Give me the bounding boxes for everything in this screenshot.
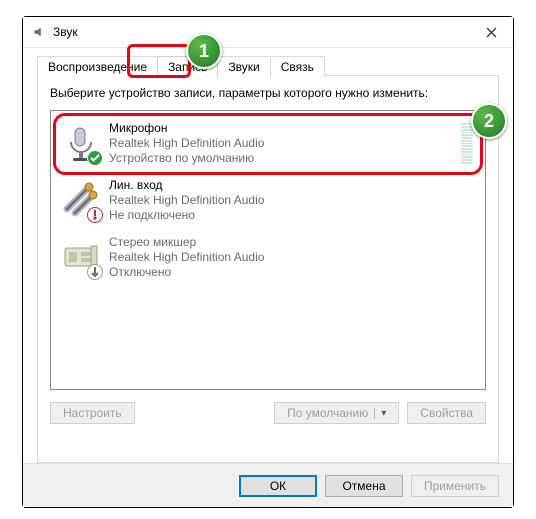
sound-dialog: Звук Воспроизведение Запись Звуки Связь …	[22, 16, 514, 508]
line-in-icon	[61, 181, 101, 221]
device-status: Не подключено	[109, 208, 473, 223]
instruction-text: Выберите устройство записи, параметры ко…	[50, 86, 486, 100]
chevron-down-icon: ▾	[374, 408, 386, 419]
device-status: Устройство по умолчанию	[109, 151, 455, 166]
dialog-footer: ОК Отмена Применить	[23, 463, 513, 507]
device-name: Лин. вход	[109, 178, 473, 193]
device-microphone[interactable]: Микрофон Realtek High Definition Audio У…	[55, 115, 481, 172]
tab-button-row: Настроить По умолчанию ▾ Свойства	[50, 402, 486, 424]
close-icon	[486, 27, 497, 38]
tab-sounds[interactable]: Звуки	[217, 56, 270, 77]
titlebar: Звук	[23, 17, 513, 48]
apply-button[interactable]: Применить	[411, 475, 499, 497]
sound-icon	[31, 24, 47, 40]
tab-playback[interactable]: Воспроизведение	[37, 56, 158, 77]
microphone-icon	[61, 124, 101, 164]
set-default-label: По умолчанию	[287, 406, 368, 420]
device-name: Стерео микшер	[109, 235, 473, 250]
tab-strip: Воспроизведение Запись Звуки Связь	[37, 54, 499, 76]
tab-content: Выберите устройство записи, параметры ко…	[37, 75, 499, 463]
device-stereo-mix[interactable]: Стерео микшер Realtek High Definition Au…	[55, 229, 481, 286]
set-default-button[interactable]: По умолчанию ▾	[274, 402, 399, 424]
tab-recording[interactable]: Запись	[157, 56, 218, 77]
unplugged-icon	[87, 207, 103, 223]
device-desc: Realtek High Definition Audio	[109, 193, 473, 208]
device-line-in[interactable]: Лин. вход Realtek High Definition Audio …	[55, 172, 481, 229]
close-button[interactable]	[469, 17, 513, 47]
device-list[interactable]: Микрофон Realtek High Definition Audio У…	[50, 110, 486, 390]
device-status: Отключено	[109, 265, 473, 280]
device-desc: Realtek High Definition Audio	[109, 136, 455, 151]
window-title: Звук	[53, 25, 469, 39]
stereo-mix-icon	[61, 238, 101, 278]
device-name: Микрофон	[109, 121, 455, 136]
device-text: Стерео микшер Realtek High Definition Au…	[109, 235, 473, 280]
disabled-arrow-icon	[87, 264, 103, 280]
cancel-button[interactable]: Отмена	[325, 475, 403, 497]
ok-button[interactable]: ОК	[239, 475, 317, 497]
dialog-body: Воспроизведение Запись Звуки Связь Выбер…	[23, 48, 513, 464]
device-text: Микрофон Realtek High Definition Audio У…	[109, 121, 455, 166]
device-text: Лин. вход Realtek High Definition Audio …	[109, 178, 473, 223]
configure-button[interactable]: Настроить	[50, 402, 135, 424]
device-desc: Realtek High Definition Audio	[109, 250, 473, 265]
default-check-icon	[87, 150, 103, 166]
tab-communications[interactable]: Связь	[270, 56, 325, 77]
properties-button[interactable]: Свойства	[407, 402, 486, 424]
level-meter	[461, 124, 473, 164]
